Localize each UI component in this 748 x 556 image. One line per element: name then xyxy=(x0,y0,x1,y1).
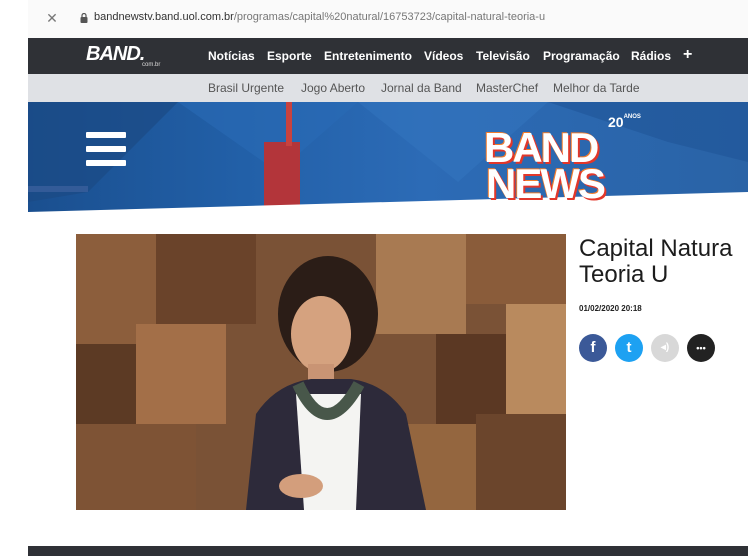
nav-item-noticias[interactable]: Notícias xyxy=(208,49,255,63)
browser-page: ✕ bandnewstv.band.uol.com.br/programas/c… xyxy=(28,0,748,556)
url-path: /programas/capital%20natural/16753723/ca… xyxy=(233,11,546,23)
url-field[interactable]: bandnewstv.band.uol.com.br/programas/cap… xyxy=(94,11,545,23)
article-title-line1: Capital Natura xyxy=(579,235,733,262)
twitter-icon: t xyxy=(626,339,632,356)
close-icon[interactable]: ✕ xyxy=(44,11,60,27)
more-menu-icon[interactable]: + xyxy=(683,46,692,64)
anniversary-badge: 20ANOS xyxy=(608,114,641,130)
subnav-item-jornal-da-band[interactable]: Jornal da Band xyxy=(381,81,462,95)
listen-button[interactable]: ◂) xyxy=(651,334,679,362)
nav-item-radios[interactable]: Rádios xyxy=(631,49,671,63)
video-frame-image xyxy=(76,234,566,510)
nav-item-televisao[interactable]: Televisão xyxy=(476,49,530,63)
top-navigation: BAND. com.br Notícias Esporte Entretenim… xyxy=(28,38,748,74)
url-host: bandnewstv.band.uol.com.br xyxy=(94,11,234,23)
program-navigation: Brasil Urgente Jogo Aberto Jornal da Ban… xyxy=(28,74,748,103)
bandnews-logo-line2: NEWS xyxy=(486,160,606,207)
nav-item-programacao[interactable]: Programação xyxy=(543,49,620,63)
band-logo[interactable]: BAND. xyxy=(86,43,145,66)
twitter-share-button[interactable]: t xyxy=(615,334,643,362)
more-share-button[interactable]: ••• xyxy=(687,334,715,362)
more-icon: ••• xyxy=(696,343,706,353)
nav-item-videos[interactable]: Vídeos xyxy=(424,49,463,63)
address-bar: ✕ bandnewstv.band.uol.com.br/programas/c… xyxy=(28,0,748,39)
article-title-line2: Teoria U xyxy=(579,261,669,288)
badge-word: ANOS xyxy=(623,114,641,120)
menu-icon[interactable] xyxy=(86,132,126,168)
facebook-share-button[interactable]: f xyxy=(579,334,607,362)
nav-item-entretenimento[interactable]: Entretenimento xyxy=(324,49,412,63)
footer-bar xyxy=(28,546,748,556)
band-logo-sub: com.br xyxy=(142,62,161,68)
article-date: 01/02/2020 20:18 xyxy=(579,304,642,313)
sound-icon: ◂) xyxy=(660,342,670,353)
subnav-item-brasil-urgente[interactable]: Brasil Urgente xyxy=(208,81,284,95)
video-player[interactable] xyxy=(76,234,566,510)
article-title: Capital Natura Teoria U xyxy=(579,236,732,288)
subnav-item-melhor-da-tarde[interactable]: Melhor da Tarde xyxy=(553,81,640,95)
subnav-item-masterchef[interactable]: MasterChef xyxy=(476,81,538,95)
facebook-icon: f xyxy=(590,339,596,356)
nav-item-esporte[interactable]: Esporte xyxy=(267,49,312,63)
lock-icon xyxy=(80,13,88,23)
subnav-item-jogo-aberto[interactable]: Jogo Aberto xyxy=(301,81,365,95)
badge-number: 20 xyxy=(608,114,624,130)
app-frame-strip xyxy=(0,0,29,556)
